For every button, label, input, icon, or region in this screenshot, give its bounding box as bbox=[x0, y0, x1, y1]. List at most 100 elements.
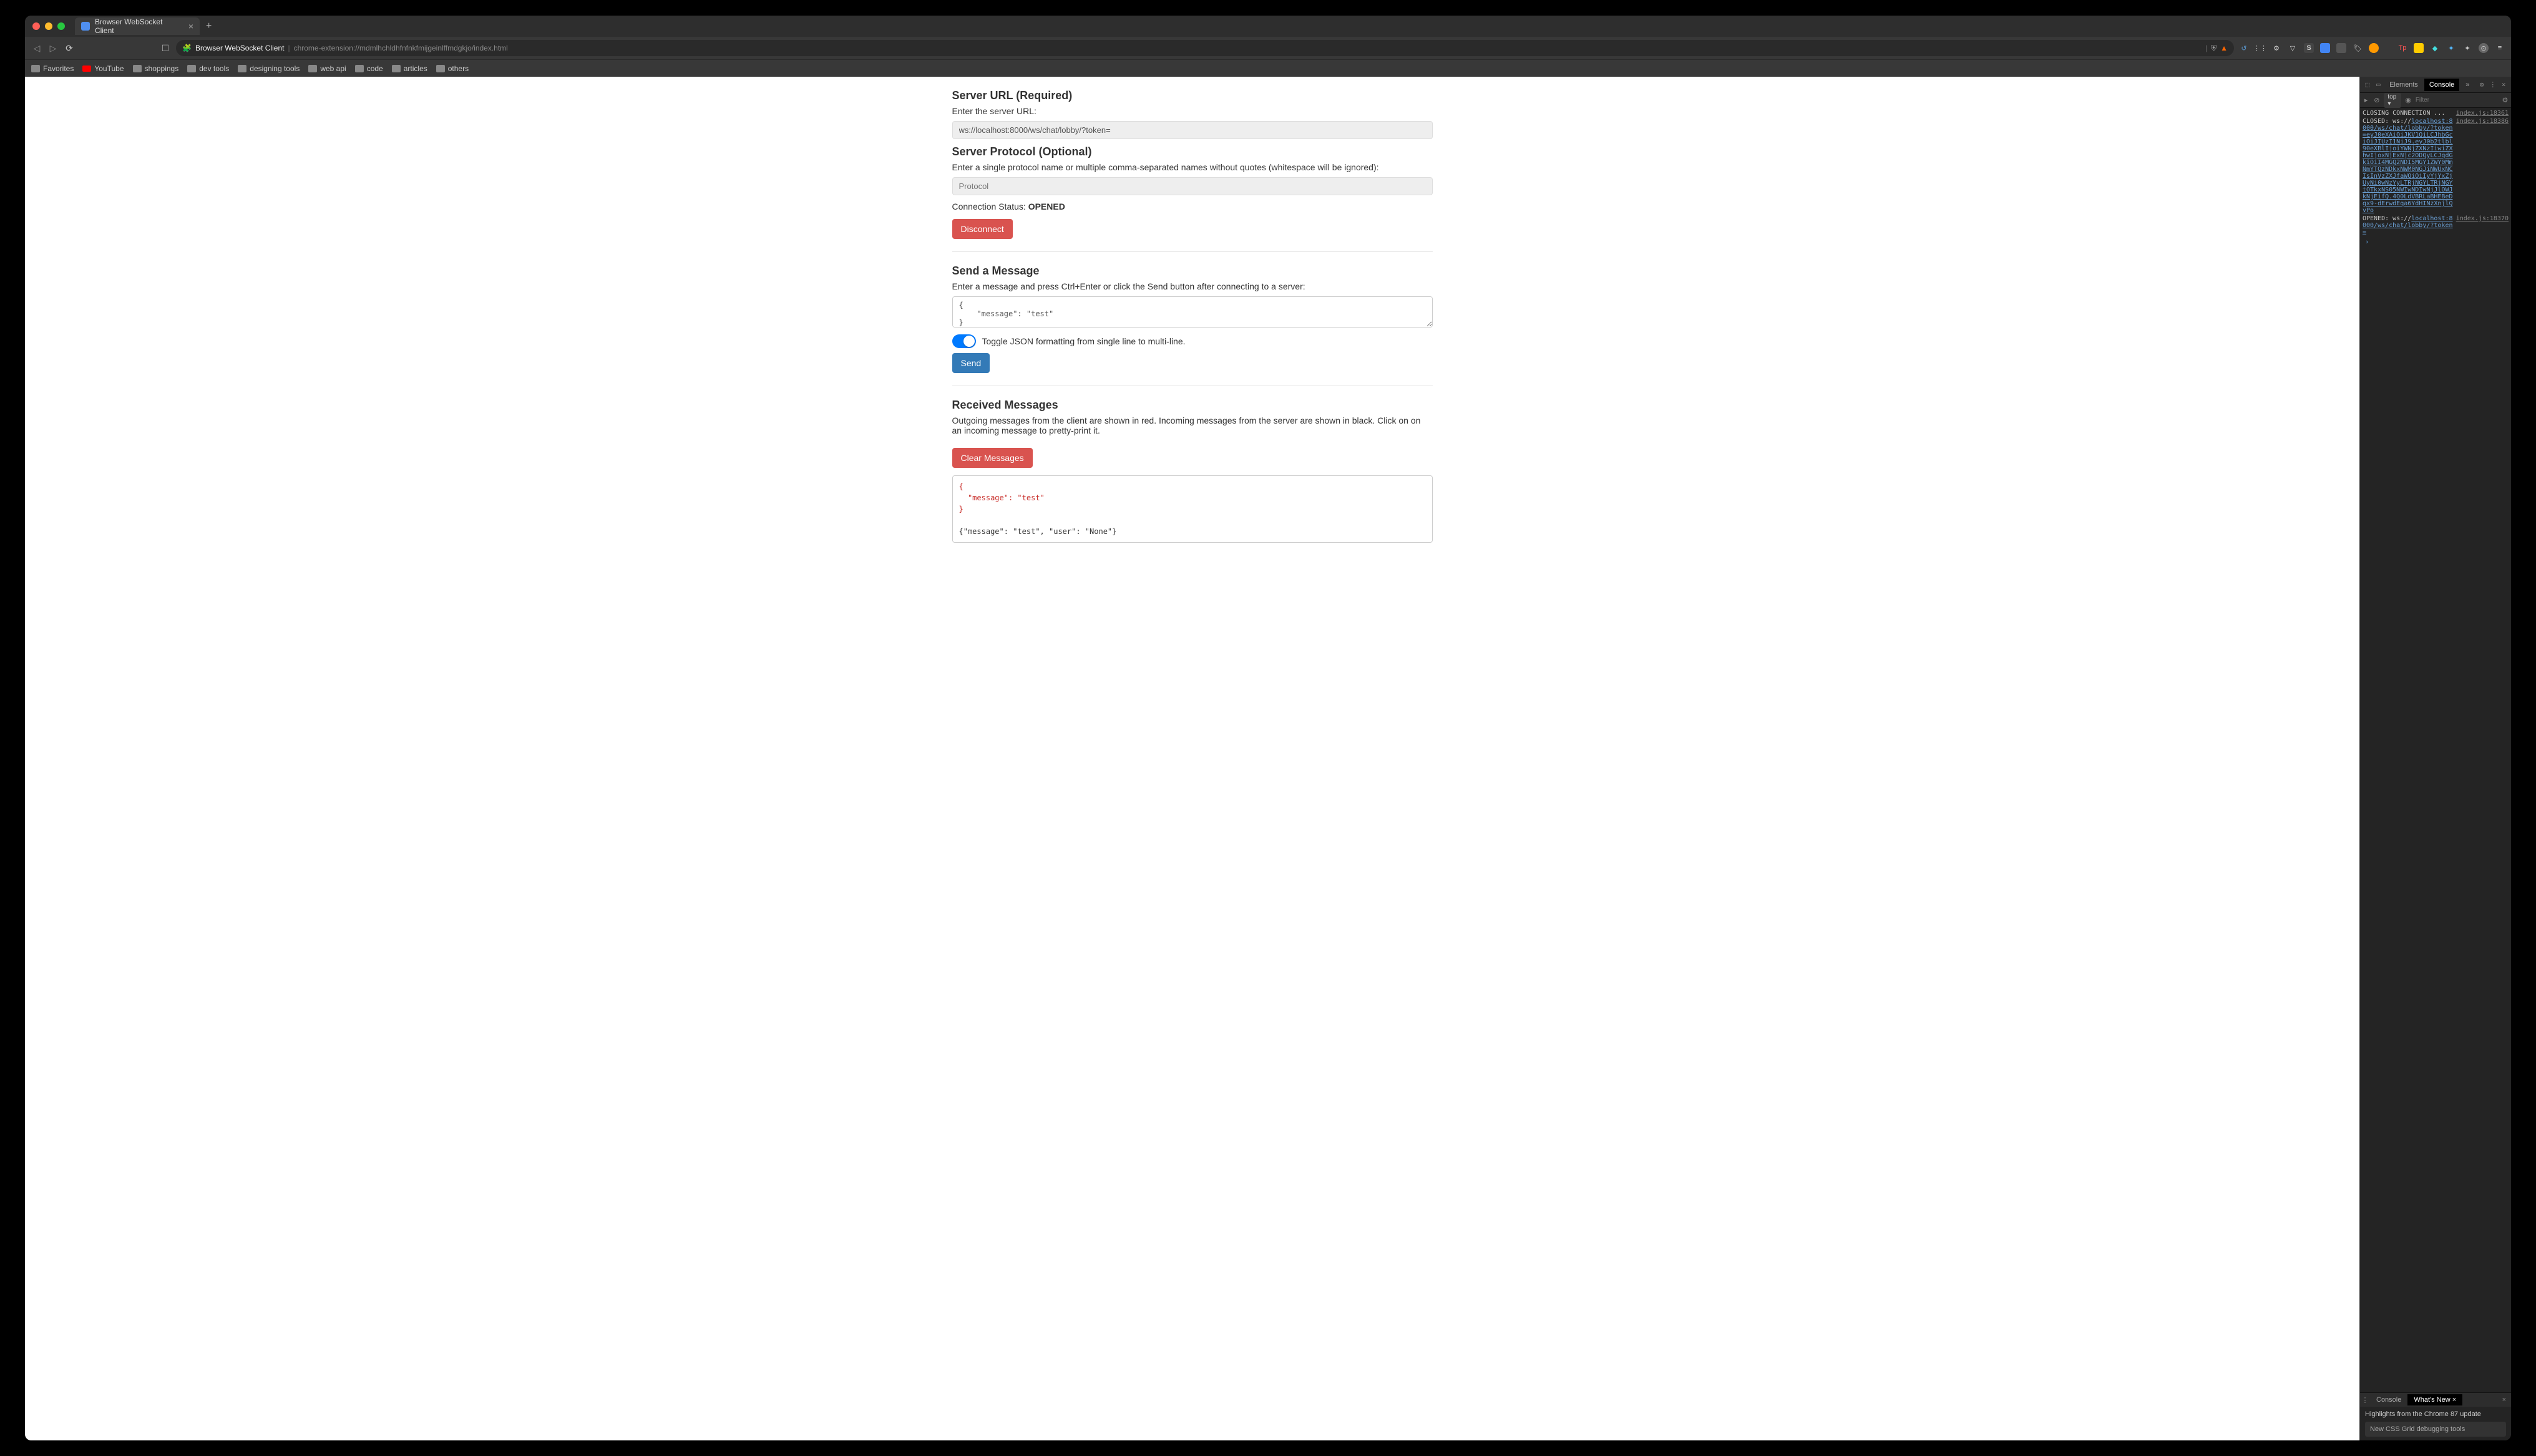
bookmark-others[interactable]: others bbox=[436, 64, 469, 73]
drawer-menu-icon[interactable]: ⋮ bbox=[2360, 1395, 2370, 1405]
page-content: Server URL (Required) Enter the server U… bbox=[25, 77, 2360, 1440]
device-toggle-icon[interactable]: ▭ bbox=[2374, 80, 2384, 90]
browser-tabbar: Browser WebSocket Client × + bbox=[25, 16, 2511, 37]
ext-icon-tag[interactable]: 🏷 bbox=[2353, 43, 2363, 53]
console-tab[interactable]: Console bbox=[2424, 79, 2459, 91]
profile-avatar-icon[interactable]: ⊙ bbox=[2479, 43, 2489, 53]
incoming-message[interactable]: {"message": "test", "user": "None"} bbox=[959, 527, 1117, 536]
brave-icon[interactable]: ▲ bbox=[2220, 44, 2228, 52]
minimize-window-button[interactable] bbox=[45, 22, 52, 30]
extension-icon: 🧩 bbox=[182, 44, 192, 52]
console-line[interactable]: CLOSING CONNECTION ... index.js:18361 bbox=[2363, 109, 2509, 117]
json-format-toggle[interactable] bbox=[952, 334, 976, 348]
clear-messages-button[interactable]: Clear Messages bbox=[952, 448, 1033, 468]
ext-icon-gear[interactable]: ⚙ bbox=[2271, 43, 2281, 53]
more-tabs-button[interactable]: » bbox=[2460, 79, 2474, 91]
bookmark-youtube[interactable]: YouTube bbox=[82, 64, 124, 73]
connection-status-line: Connection Status: OPENED bbox=[952, 201, 1433, 211]
reload-button[interactable]: ⟳ bbox=[64, 42, 75, 54]
browser-tab[interactable]: Browser WebSocket Client × bbox=[75, 17, 200, 35]
ext-icon-tp[interactable]: Tp bbox=[2397, 43, 2407, 53]
bookmark-devtools[interactable]: dev tools bbox=[187, 64, 229, 73]
received-help: Outgoing messages from the client are sh… bbox=[952, 415, 1433, 435]
console-toolbar: ▸ ⊘ top ▾ ◉ ⚙ bbox=[2360, 93, 2511, 108]
console-settings-icon[interactable]: ⚙ bbox=[2502, 95, 2509, 105]
ext-icon-orange[interactable] bbox=[2369, 43, 2379, 53]
address-toolbar: ◁ ▷ ⟳ ☐ 🧩 Browser WebSocket Client | chr… bbox=[25, 37, 2511, 59]
devtools-close-icon[interactable]: × bbox=[2499, 80, 2509, 90]
settings-icon[interactable]: ⚙ bbox=[2477, 80, 2487, 90]
server-url-title: Server URL (Required) bbox=[952, 89, 1433, 102]
inspect-element-icon[interactable]: ⬚ bbox=[2363, 80, 2373, 90]
outgoing-message[interactable]: { "message": "test" } bbox=[959, 482, 1045, 513]
divider bbox=[952, 251, 1433, 252]
send-button[interactable]: Send bbox=[952, 353, 990, 373]
menu-icon[interactable]: ≡ bbox=[2495, 43, 2505, 53]
address-bar[interactable]: 🧩 Browser WebSocket Client | chrome-exte… bbox=[176, 40, 2234, 56]
drawer-console-tab[interactable]: Console bbox=[2370, 1394, 2407, 1405]
send-message-help: Enter a message and press Ctrl+Enter or … bbox=[952, 281, 1433, 291]
drawer-whatsnew-tab[interactable]: What's New × bbox=[2407, 1394, 2462, 1405]
address-ext-name: Browser WebSocket Client bbox=[195, 44, 285, 52]
tab-favicon bbox=[81, 22, 90, 31]
whatsnew-card[interactable]: New CSS Grid debugging tools bbox=[2365, 1422, 2506, 1437]
new-tab-button[interactable]: + bbox=[206, 21, 212, 32]
disconnect-button[interactable]: Disconnect bbox=[952, 219, 1013, 239]
server-protocol-title: Server Protocol (Optional) bbox=[952, 145, 1433, 158]
drawer-close-icon[interactable]: × bbox=[2497, 1396, 2511, 1404]
bookmark-favorites[interactable]: Favorites bbox=[31, 64, 74, 73]
ext-icon-v[interactable]: ▽ bbox=[2288, 43, 2298, 53]
bookmark-articles[interactable]: articles bbox=[392, 64, 427, 73]
bookmark-shoppings[interactable]: shoppings bbox=[133, 64, 179, 73]
console-sidebar-icon[interactable]: ▸ bbox=[2363, 95, 2369, 105]
console-output[interactable]: CLOSING CONNECTION ... index.js:18361 CL… bbox=[2360, 108, 2511, 1392]
console-prompt[interactable]: › bbox=[2363, 236, 2509, 247]
ext-icon-teal[interactable]: ◆ bbox=[2430, 43, 2440, 53]
send-message-title: Send a Message bbox=[952, 265, 1433, 278]
live-expression-icon[interactable]: ◉ bbox=[2405, 95, 2412, 105]
bookmark-designing[interactable]: designing tools bbox=[238, 64, 300, 73]
devtools-drawer: ⋮ Console What's New × × Highlights from… bbox=[2360, 1392, 2511, 1440]
console-source-link[interactable]: index.js:18386 bbox=[2456, 118, 2509, 214]
shield-icon[interactable]: ⛨ bbox=[2211, 44, 2217, 53]
console-ws-link[interactable]: localhost:8000/ws/chat/lobby/?token=eyJ0… bbox=[2363, 118, 2453, 214]
server-protocol-help: Enter a single protocol name or multiple… bbox=[952, 162, 1433, 172]
server-url-input[interactable] bbox=[952, 121, 1433, 139]
bookmark-webapi[interactable]: web api bbox=[308, 64, 346, 73]
console-filter-input[interactable] bbox=[2416, 97, 2498, 104]
ext-icon-s[interactable]: S bbox=[2304, 43, 2314, 53]
window-controls bbox=[32, 22, 65, 30]
ext-icon-blue2[interactable]: ✦ bbox=[2446, 43, 2456, 53]
json-format-label: Toggle JSON formatting from single line … bbox=[982, 336, 1186, 346]
maximize-window-button[interactable] bbox=[57, 22, 65, 30]
devtools-panel: ⬚ ▭ Elements Console » ⚙ ⋮ × ▸ ⊘ top ▾ ◉… bbox=[2360, 77, 2511, 1440]
back-button[interactable]: ◁ bbox=[31, 42, 42, 54]
console-line[interactable]: OPENED: ws://localhost:8000/ws/chat/lobb… bbox=[2363, 215, 2509, 236]
whatsnew-highlight-text: Highlights from the Chrome 87 update bbox=[2365, 1410, 2506, 1418]
context-selector[interactable]: top ▾ bbox=[2384, 93, 2401, 108]
ext-icon-grid[interactable] bbox=[2336, 43, 2346, 53]
message-input[interactable] bbox=[952, 296, 1433, 328]
tab-title: Browser WebSocket Client bbox=[95, 17, 183, 35]
devtools-menu-icon[interactable]: ⋮ bbox=[2488, 80, 2498, 90]
extensions-puzzle-icon[interactable]: ✦ bbox=[2462, 43, 2472, 53]
close-tab-icon[interactable]: × bbox=[188, 21, 193, 31]
bookmark-icon[interactable]: ☐ bbox=[160, 42, 171, 54]
extension-toolbar: ↺ ⋮⋮ ⚙ ▽ S 🏷 Tp ◆ ✦ ✦ ⊙ ≡ bbox=[2239, 43, 2505, 53]
address-url: chrome-extension://mdmlhchldhfnfnkfmijge… bbox=[294, 44, 508, 52]
console-source-link[interactable]: index.js:18370 bbox=[2456, 215, 2509, 236]
console-line[interactable]: CLOSED: ws://localhost:8000/ws/chat/lobb… bbox=[2363, 117, 2509, 215]
ext-icon-flag[interactable] bbox=[2414, 43, 2424, 53]
elements-tab[interactable]: Elements bbox=[2384, 79, 2423, 91]
console-source-link[interactable]: index.js:18361 bbox=[2456, 110, 2509, 117]
history-ext-icon[interactable]: ↺ bbox=[2239, 43, 2249, 53]
message-log[interactable]: { "message": "test" } {"message": "test"… bbox=[952, 475, 1433, 543]
connection-status-value: OPENED bbox=[1028, 201, 1065, 211]
clear-console-icon[interactable]: ⊘ bbox=[2373, 95, 2380, 105]
ext-icon-dots[interactable]: ⋮⋮ bbox=[2255, 43, 2265, 53]
server-protocol-input[interactable] bbox=[952, 177, 1433, 195]
close-window-button[interactable] bbox=[32, 22, 40, 30]
bookmark-code[interactable]: code bbox=[355, 64, 383, 73]
ext-icon-blue[interactable] bbox=[2320, 43, 2330, 53]
forward-button[interactable]: ▷ bbox=[47, 42, 59, 54]
